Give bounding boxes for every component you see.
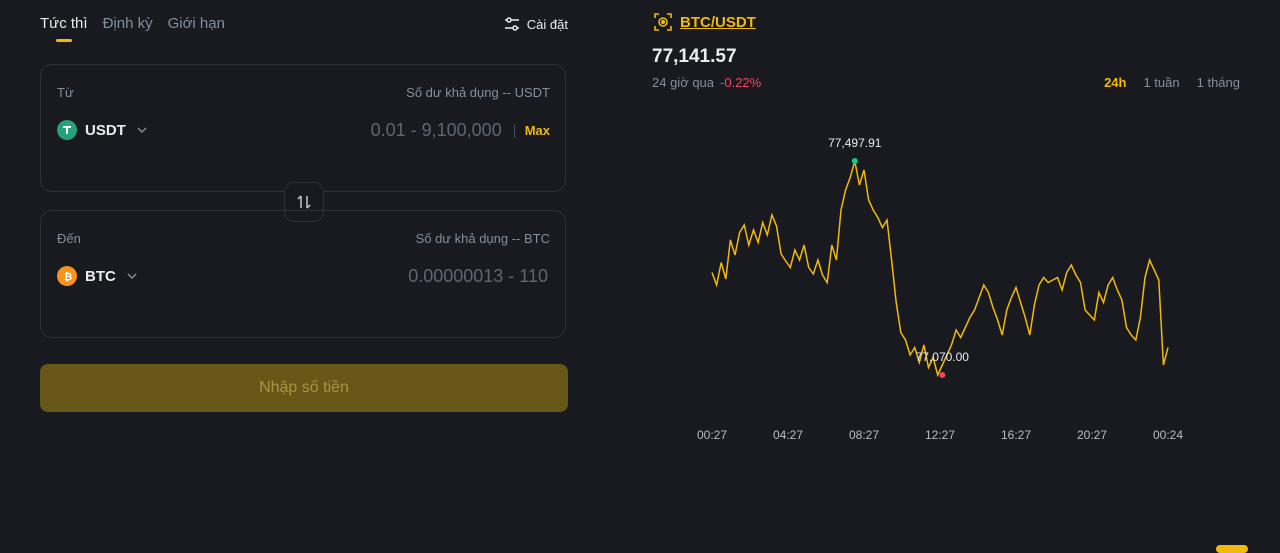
tab-instant[interactable]: Tức thì	[40, 15, 88, 42]
high-price-point	[851, 158, 858, 165]
enter-amount-button[interactable]: Nhập số tiền	[40, 364, 568, 412]
x-tick-label: 12:27	[925, 428, 955, 442]
to-amount-group	[226, 265, 550, 288]
time-range-tabs: 24h 1 tuần 1 tháng	[1104, 75, 1240, 90]
range-1-month[interactable]: 1 tháng	[1197, 75, 1240, 90]
current-price: 77,141.57	[652, 46, 737, 67]
x-tick-label: 04:27	[773, 428, 803, 442]
price-chart: 77,497.91 77,070.00 00:27 04:27 08:27 12:27 16…	[697, 136, 1183, 442]
to-coin-name: BTC	[85, 267, 116, 285]
chevron-down-icon	[127, 273, 137, 280]
tab-recurring[interactable]: Định kỳ	[103, 15, 153, 42]
from-balance: Số dư khả dụng -- USDT	[406, 85, 550, 100]
low-price-label: 77,070.00	[916, 350, 970, 364]
x-tick-label: 20:27	[1077, 428, 1107, 442]
settings-label: Cài đặt	[526, 16, 568, 32]
to-amount-input[interactable]	[226, 265, 550, 288]
pair-link[interactable]: BTC/USDT	[653, 12, 756, 32]
to-label: Đến	[57, 231, 81, 246]
range-1-week[interactable]: 1 tuần	[1143, 75, 1179, 90]
from-amount-input[interactable]	[179, 119, 504, 142]
low-price-point	[939, 372, 946, 378]
price-change: 24 giờ qua -0.22%	[652, 75, 761, 90]
from-coin-name: USDT	[85, 121, 126, 139]
to-coin-selector[interactable]: ₿ BTC	[57, 266, 138, 286]
tether-icon	[57, 120, 77, 140]
x-tick-label: 00:24	[1153, 428, 1183, 442]
high-price-label: 77,497.91	[828, 136, 882, 150]
bitcoin-icon: ₿	[57, 266, 77, 286]
from-panel: Từ Số dư khả dụng -- USDT USDT Max	[40, 64, 566, 192]
pair-name: BTC/USDT	[680, 13, 756, 31]
swap-vertical-icon	[297, 195, 311, 209]
to-balance: Số dư khả dụng -- BTC	[415, 231, 550, 246]
from-coin-selector[interactable]: USDT	[57, 120, 148, 140]
change-period: 24 giờ qua	[652, 75, 715, 90]
divider	[513, 123, 515, 138]
trade-mode-tabs: Tức thì Định kỳ Giới hạn	[40, 15, 225, 42]
from-amount-group: Max	[179, 119, 550, 142]
corner-indicator	[1216, 545, 1248, 553]
range-24h[interactable]: 24h	[1104, 75, 1126, 90]
max-button[interactable]: Max	[525, 123, 550, 138]
convert-pair-icon	[654, 13, 672, 31]
settings-button[interactable]: Cài đặt	[503, 15, 568, 33]
svg-text:₿: ₿	[64, 271, 72, 282]
change-percent: -0.22%	[720, 75, 762, 90]
to-panel: Đến Số dư khả dụng -- BTC ₿ BTC	[40, 210, 566, 338]
x-tick-label: 16:27	[1001, 428, 1031, 442]
chevron-down-icon	[137, 127, 147, 134]
from-label: Từ	[57, 85, 74, 100]
x-tick-label: 00:27	[697, 428, 727, 442]
sliders-icon	[504, 17, 519, 31]
price-line	[711, 160, 1169, 378]
x-tick-label: 08:27	[849, 428, 879, 442]
tab-limit[interactable]: Giới hạn	[168, 15, 225, 42]
